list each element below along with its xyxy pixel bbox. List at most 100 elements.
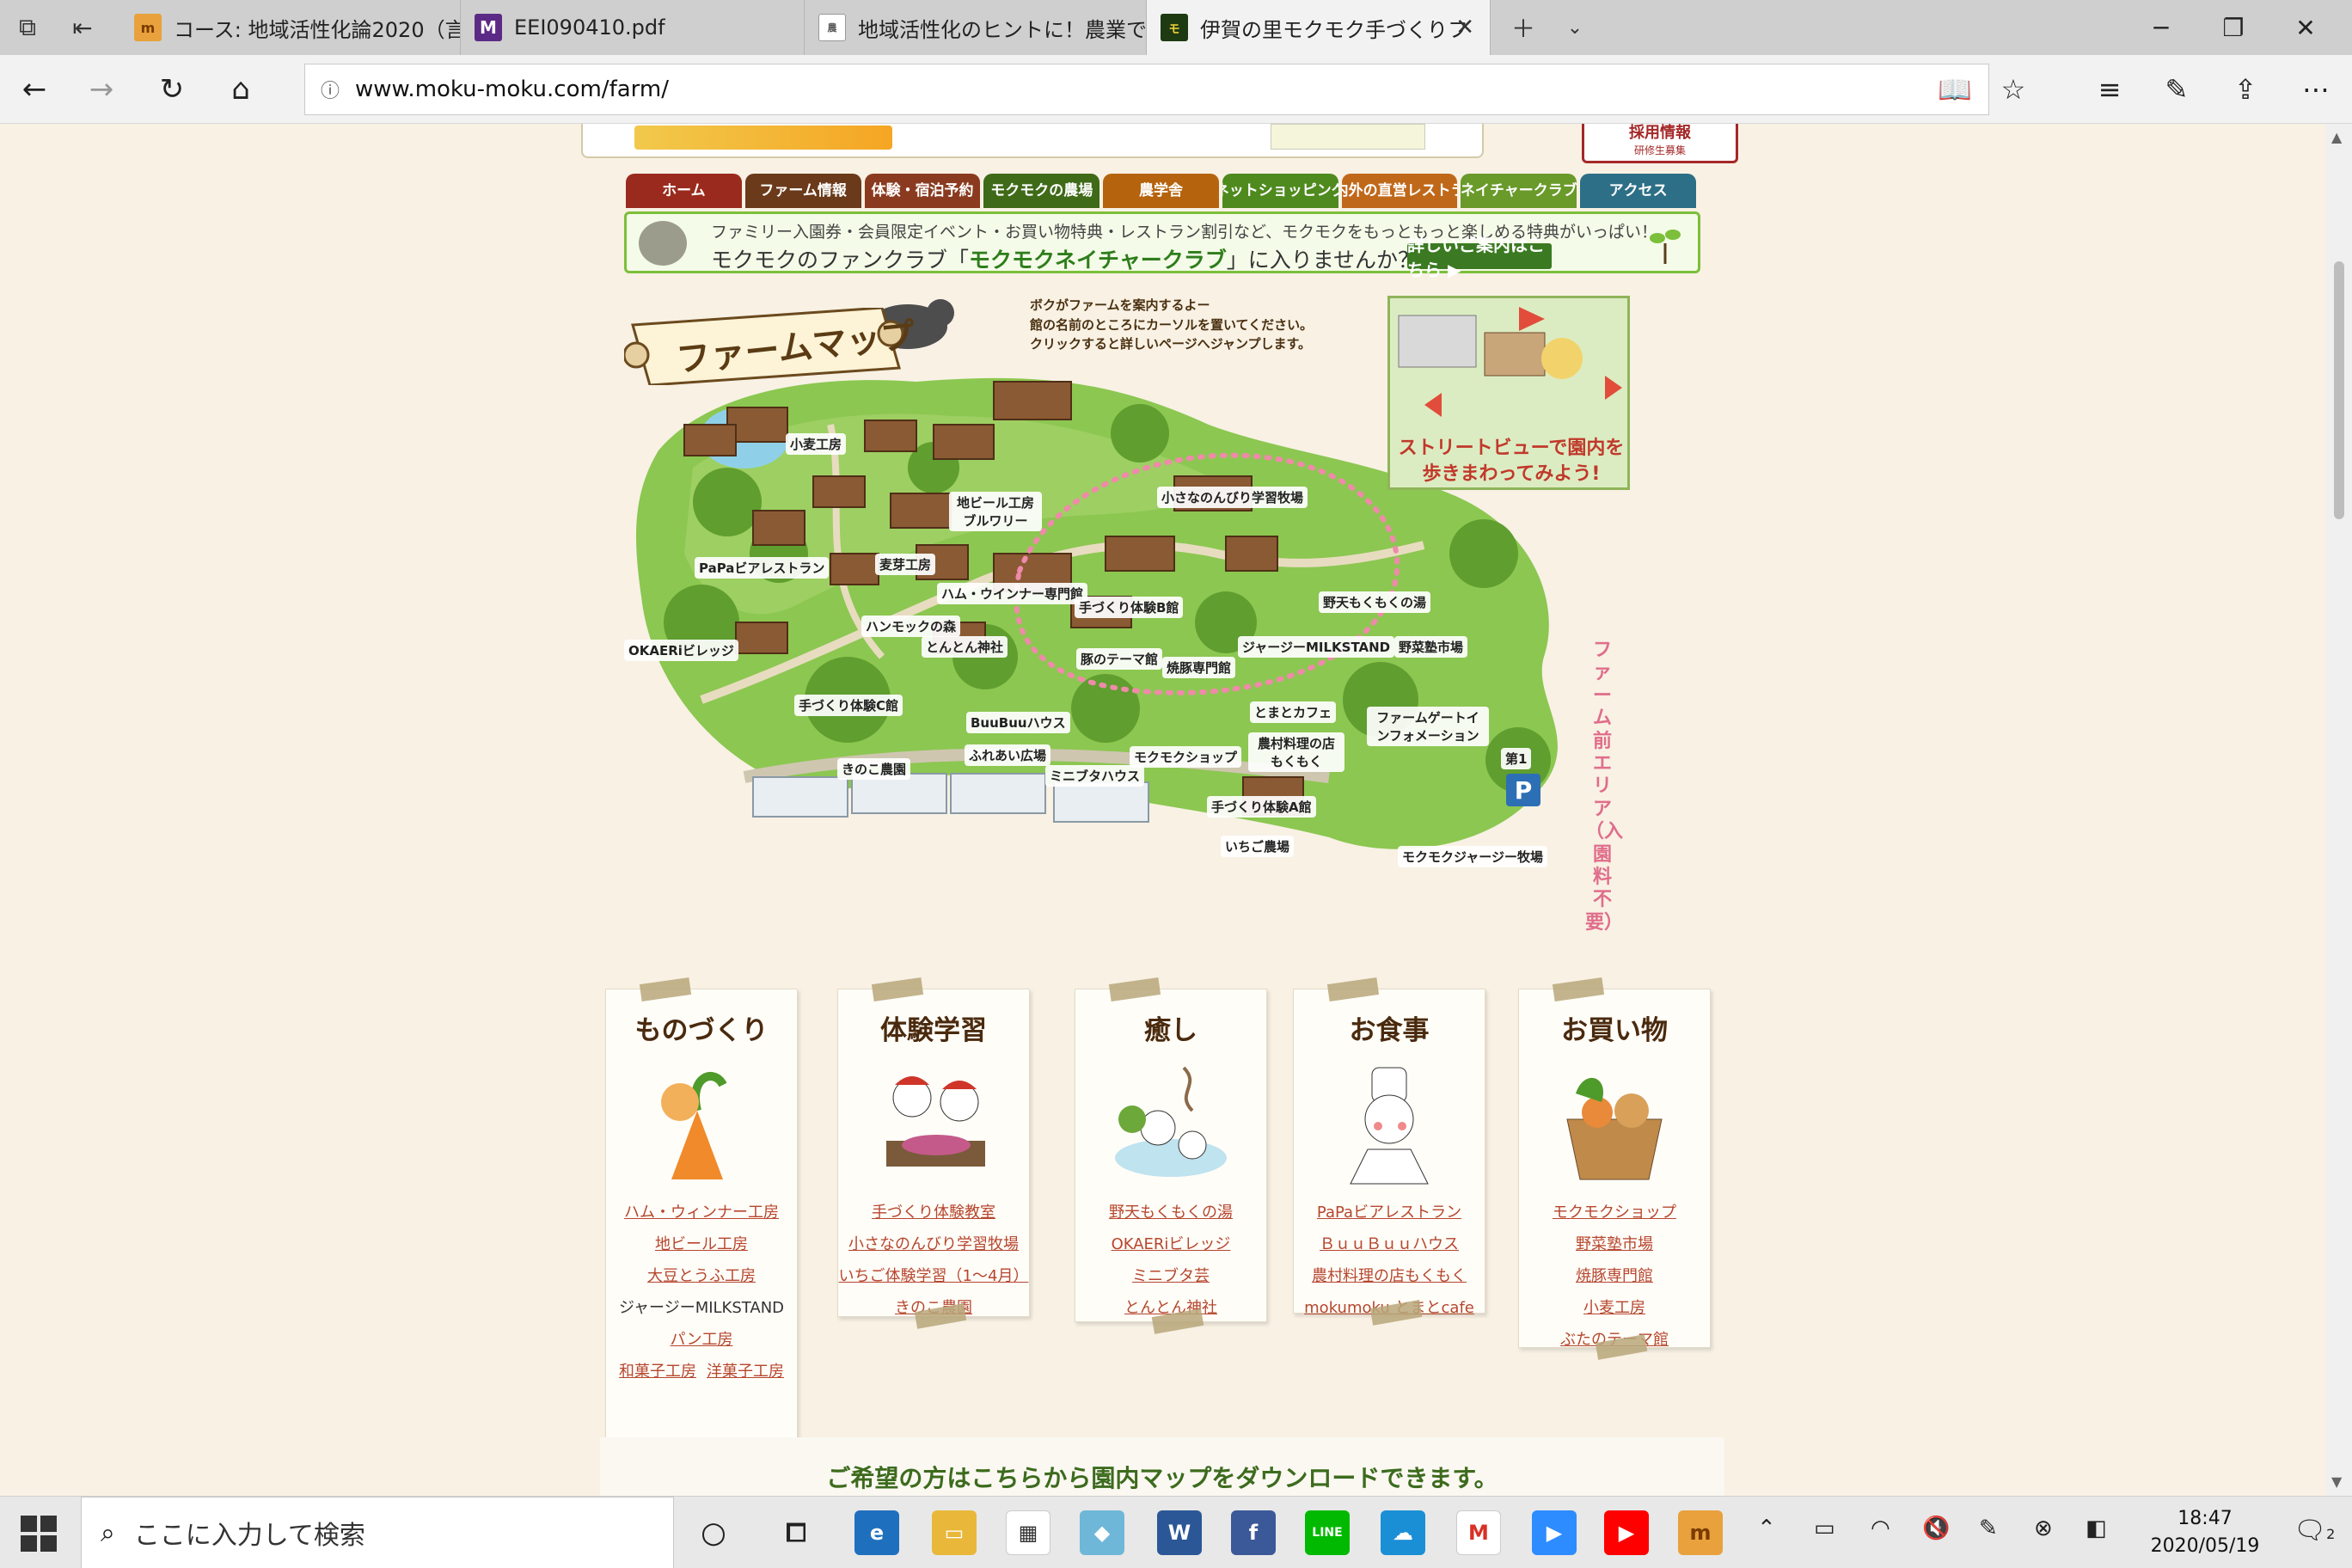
new-tab-icon[interactable]: ＋	[1506, 10, 1540, 45]
map-label-tomato-cafe[interactable]: とまとカフェ	[1250, 701, 1337, 723]
app-tray-icon[interactable]: ◧	[2086, 1516, 2107, 1541]
set-tabs-aside-icon[interactable]: ⇤	[65, 10, 100, 45]
header-banner[interactable]	[581, 124, 1484, 158]
edge-icon[interactable]: e	[854, 1510, 899, 1555]
hub-icon[interactable]: ≡	[2091, 70, 2128, 108]
close-tab-icon[interactable]: ✕	[1455, 15, 1474, 40]
category-link[interactable]: パン工房	[606, 1324, 797, 1356]
map-label-tonton-shrine[interactable]: とんとん神社	[922, 636, 1008, 658]
tray-chevron-icon[interactable]: ⌃	[1757, 1516, 1776, 1541]
share-icon[interactable]: ⇪	[2226, 70, 2264, 108]
scroll-thumb[interactable]	[2334, 261, 2344, 519]
restore-icon[interactable]: ❐	[2197, 0, 2269, 55]
map-label-mushroom-farm[interactable]: きのこ農園	[837, 758, 911, 780]
map-label-malt-workshop[interactable]: 麦芽工房	[875, 554, 936, 575]
nav-tab[interactable]: ネットショッピング	[1222, 174, 1338, 208]
map-label-farm-gate-info[interactable]: ファームゲートインフォメーション	[1367, 707, 1489, 746]
category-link[interactable]: 小麦工房	[1519, 1292, 1710, 1324]
recruit-banner[interactable]: 採用情報 研修生募集	[1582, 124, 1738, 163]
gmail-icon[interactable]: M	[1456, 1510, 1501, 1555]
cortana-icon[interactable]: ○	[691, 1510, 736, 1555]
home-icon[interactable]: ⌂	[222, 70, 260, 108]
category-link[interactable]: モクモクショップ	[1519, 1197, 1710, 1228]
manaba-icon[interactable]: m	[1678, 1510, 1723, 1555]
category-link[interactable]: 大豆とうふ工房	[606, 1260, 797, 1292]
category-link[interactable]: 焼豚専門館	[1519, 1260, 1710, 1292]
windows-start-icon[interactable]	[19, 1514, 58, 1553]
map-label-workshop-c[interactable]: 手づくり体験C館	[794, 695, 903, 716]
nav-tab[interactable]: ファーム情報	[744, 174, 861, 208]
url-field[interactable]: ⓘ www.moku-moku.com/farm/	[304, 64, 1989, 115]
map-label-vegetable-market[interactable]: 野菜塾市場	[1394, 636, 1468, 658]
file-explorer-icon[interactable]: ▭	[932, 1510, 977, 1555]
map-label-brewery[interactable]: 地ビール工房ブルワリー	[949, 492, 1042, 531]
battery-icon[interactable]: ▭	[1814, 1516, 1835, 1541]
nav-tab[interactable]: モクモクの農場	[983, 174, 1100, 208]
forward-icon[interactable]: →	[83, 70, 120, 108]
tab-article[interactable]: 農 地域活性化のヒントに！農業で	[805, 0, 1147, 55]
category-link[interactable]: ＢｕｕＢｕｕハウス	[1294, 1228, 1485, 1260]
taskbar-search[interactable]: ⌕ ここに入力して検索	[81, 1497, 674, 1568]
map-label-hammock-forest[interactable]: ハンモックの森	[861, 616, 961, 637]
map-label-farm-cuisine[interactable]: 農村料理の店もくもく	[1248, 732, 1344, 772]
map-label-jersey-ranch[interactable]: モクモクジャージー牧場	[1398, 846, 1547, 867]
category-link[interactable]: 手づくり体験教室	[838, 1197, 1029, 1228]
map-label-ham-sausage-hall[interactable]: ハム・ウインナー専門館	[937, 583, 1088, 604]
map-label-mokumoku-shop[interactable]: モクモクショップ	[1130, 746, 1242, 768]
map-label-papa-beer-restaurant[interactable]: PaPaビアレストラン	[695, 557, 830, 579]
category-link[interactable]: いちご体験学習（1〜4月）	[838, 1260, 1029, 1292]
category-link[interactable]: 農村料理の店もくもく	[1294, 1260, 1485, 1292]
task-view-icon[interactable]: ⧠	[774, 1510, 818, 1555]
youtube-icon[interactable]: ▶	[1604, 1510, 1649, 1555]
favorite-star-icon[interactable]: ☆	[1994, 70, 2032, 108]
scroll-down-icon[interactable]: ▼	[2331, 1473, 2342, 1490]
dropbox-status-icon[interactable]: ⊗	[2034, 1516, 2053, 1541]
map-label-learning-ranch[interactable]: 小さなのんびり学習牧場	[1157, 487, 1308, 508]
close-window-icon[interactable]: ✕	[2269, 0, 2342, 55]
category-link[interactable]: 洋菓子工房	[707, 1363, 784, 1381]
map-label-workshop-b[interactable]: 手づくり体験B館	[1075, 597, 1184, 618]
app-icon[interactable]: ◆	[1080, 1510, 1124, 1555]
reading-view-icon[interactable]: 📖	[1936, 70, 1974, 108]
line-icon[interactable]: LINE	[1305, 1510, 1350, 1555]
map-label-fureai-square[interactable]: ふれあい広場	[965, 744, 1051, 766]
map-label-jersey-milkstand[interactable]: ジャージーMILKSTAND	[1238, 636, 1395, 658]
site-info-icon[interactable]: ⓘ	[321, 76, 340, 103]
category-link[interactable]: 小さなのんびり学習牧場	[838, 1228, 1029, 1260]
scroll-up-icon[interactable]: ▲	[2331, 129, 2342, 145]
nav-tab[interactable]: 県内外の直営レストラン	[1341, 174, 1458, 208]
map-label-outdoor-hot-spring[interactable]: 野天もくもくの湯	[1319, 591, 1431, 613]
map-label-pig-theme-hall[interactable]: 豚のテーマ館	[1076, 648, 1163, 670]
minimize-icon[interactable]: ─	[2125, 0, 2197, 55]
volume-mute-icon[interactable]: 🔇	[1922, 1516, 1950, 1541]
more-icon[interactable]: ⋯	[2297, 70, 2335, 108]
category-link[interactable]: 和菓子工房	[619, 1363, 696, 1381]
category-link[interactable]: OKAERiビレッジ	[1075, 1228, 1266, 1260]
fanclub-details-button[interactable]: 詳しいご案内はこちら ▶	[1407, 235, 1552, 280]
cloud-app-icon[interactable]: ☁	[1381, 1510, 1425, 1555]
streetview-banner[interactable]: ストリートビューで園内を歩きまわってみよう!	[1387, 296, 1630, 490]
system-clock[interactable]: 18:47 2020/05/19	[2123, 1505, 2287, 1560]
fanclub-banner[interactable]: ファミリー入園券・会員限定イベント・お買い物特典・レストラン割引など、モクモクを…	[624, 211, 1700, 280]
word-icon[interactable]: W	[1157, 1510, 1202, 1555]
store-icon[interactable]: ▦	[1006, 1510, 1050, 1555]
category-link[interactable]: 地ビール工房	[606, 1228, 797, 1260]
map-label-workshop-a[interactable]: 手づくり体験A館	[1207, 796, 1316, 818]
nav-tab[interactable]: ホーム	[626, 174, 742, 208]
nav-tab[interactable]: 体験・宿泊予約	[864, 174, 981, 208]
map-label-roast-pork-hall[interactable]: 焼豚専門館	[1162, 657, 1236, 678]
back-icon[interactable]: ←	[15, 70, 53, 108]
tab-course[interactable]: m コース: 地域活性化論2020（言	[120, 0, 461, 55]
action-center-icon[interactable]: 🗨2	[2294, 1516, 2335, 1546]
pen-icon[interactable]: ✎	[1979, 1516, 1998, 1541]
wifi-icon[interactable]: ◠	[1871, 1516, 1890, 1541]
nav-tab[interactable]: アクセス	[1580, 174, 1697, 208]
tab-actions-icon[interactable]: ⧉	[10, 10, 45, 45]
nav-tab[interactable]: 農学舎	[1103, 174, 1219, 208]
category-link[interactable]: 野天もくもくの湯	[1075, 1197, 1266, 1228]
tab-list-chevron-icon[interactable]: ⌄	[1558, 10, 1592, 45]
zoom-icon[interactable]: ▶	[1532, 1510, 1577, 1555]
category-link[interactable]: PaPaビアレストラン	[1294, 1197, 1485, 1228]
web-note-icon[interactable]: ✎	[2158, 70, 2196, 108]
category-link[interactable]: 野菜塾市場	[1519, 1228, 1710, 1260]
